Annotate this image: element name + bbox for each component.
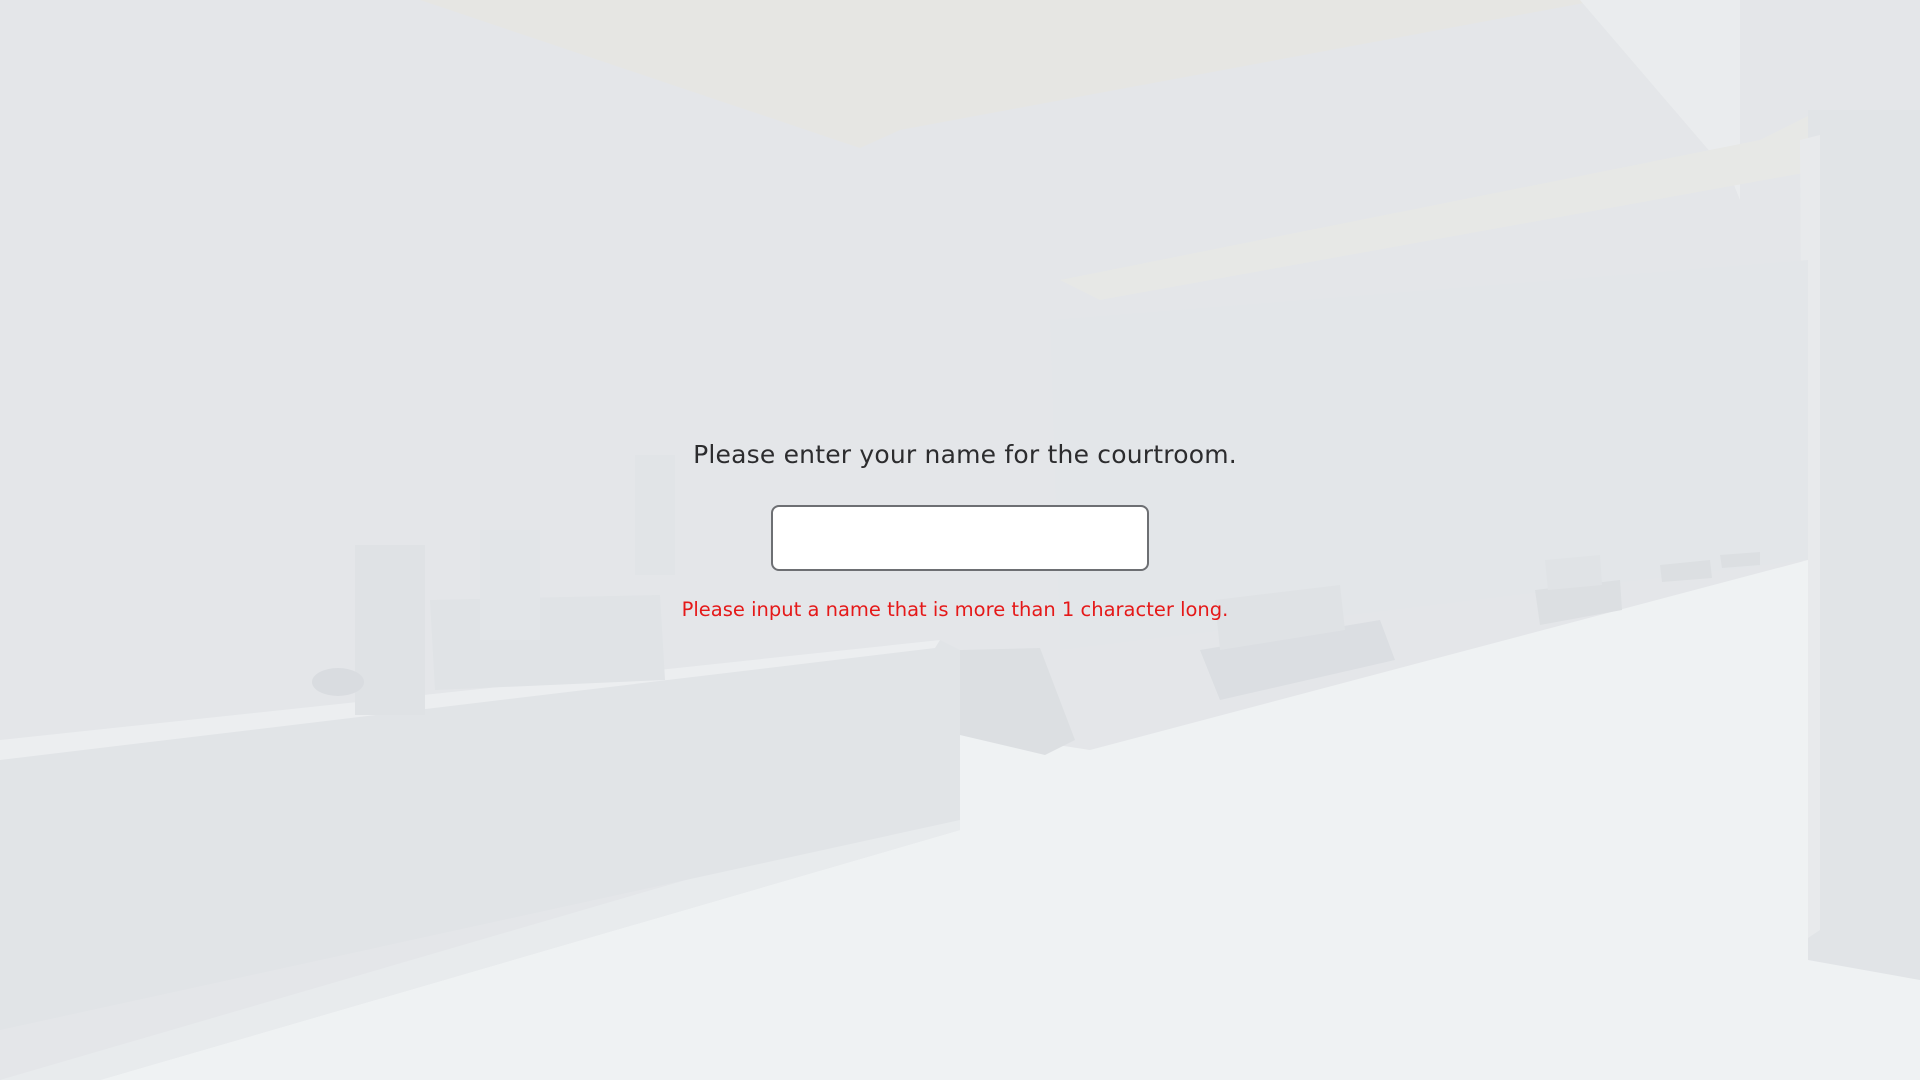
- name-error-message: Please input a name that is more than 1 …: [681, 598, 1229, 621]
- name-input[interactable]: [771, 505, 1149, 571]
- name-prompt-label: Please enter your name for the courtroom…: [693, 440, 1237, 469]
- name-entry-dialog: Please enter your name for the courtroom…: [0, 0, 1920, 1080]
